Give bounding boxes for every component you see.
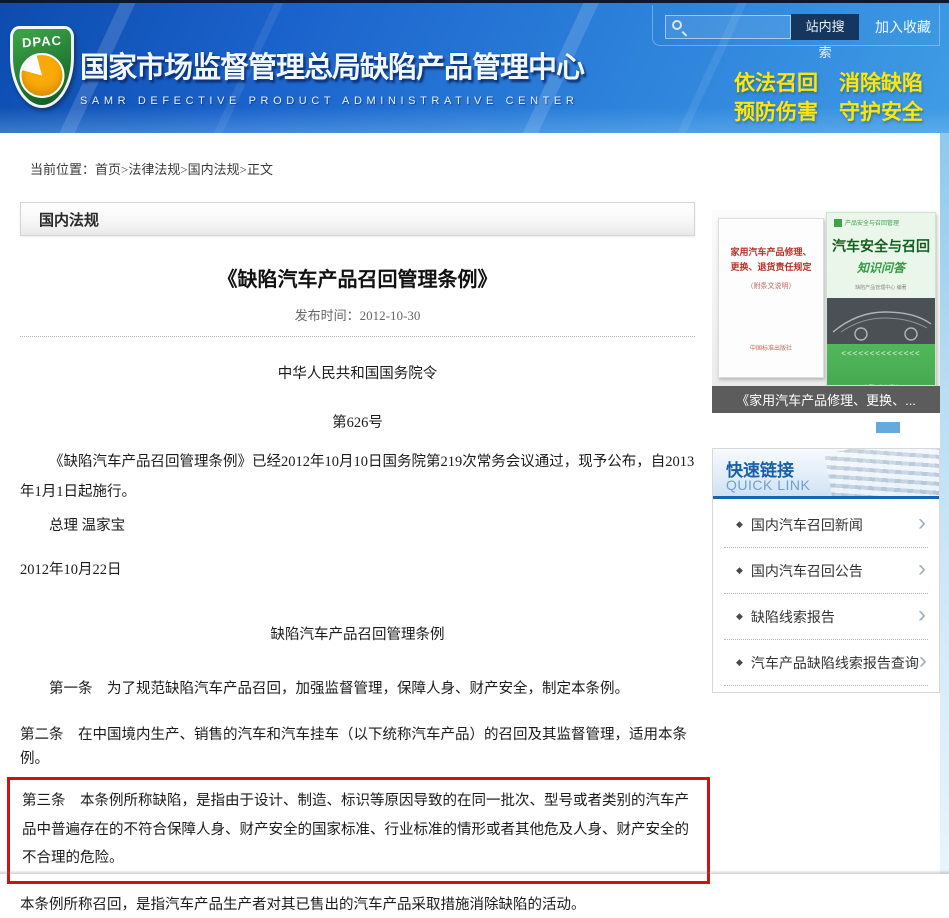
bottom-divider <box>0 870 949 874</box>
diamond-icon: ◆ <box>736 657 743 668</box>
site-title: 国家市场监督管理总局缺陷产品管理中心 <box>80 44 584 86</box>
breadcrumb-label: 当前位置： <box>30 162 95 177</box>
diamond-icon: ◆ <box>736 565 743 576</box>
quicklink-list: ◆ 国内汽车召回新闻 › ◆ 国内汽车召回公告 › ◆ 缺陷线索报告 › <box>713 499 939 692</box>
slogan-line-2: 预防伤害 守护安全 <box>734 99 923 128</box>
book-covers: 家用汽车产品修理、更换、退货责任规定 （附条文说明） 中国标准出版社 产品安全与… <box>712 210 940 386</box>
paragraph-article-3: 第三条 本条例所称缺陷，是指由于设计、制造、标识等原因导致的在同一批次、型号或者… <box>22 793 689 866</box>
pie-chart-icon <box>20 53 65 98</box>
carousel-indicator[interactable] <box>876 422 900 433</box>
quicklink-label: 国内汽车召回公告 <box>751 561 918 581</box>
publish-time: 发布时间：2012-10-30 <box>20 305 695 324</box>
book2-byline: 缺陷产品管理中心 编著 <box>827 284 935 291</box>
book2-publisher: 中国标准出版社 <box>827 384 935 386</box>
quicklink-title-en: QUICK LINK <box>726 477 810 493</box>
quicklink-item-recall-notices[interactable]: ◆ 国内汽车召回公告 › <box>724 548 928 594</box>
section-title: 国内法规 <box>39 209 99 230</box>
logo-acronym: DPAC <box>13 32 72 51</box>
slogan: 依法召回 消除缺陷 预防伤害 守护安全 <box>734 70 923 128</box>
add-favorite-link[interactable]: 加入收藏 <box>875 17 931 37</box>
top-strip <box>0 0 949 3</box>
book2-subtitle: 知识问答 <box>827 259 935 276</box>
car-outline-icon <box>827 298 935 344</box>
book-cover-repair-regulation[interactable]: 家用汽车产品修理、更换、退货责任规定 （附条文说明） 中国标准出版社 <box>718 218 824 378</box>
chevron-right-icon: › <box>918 557 926 581</box>
article-title: 《缺陷汽车产品召回管理条例》 <box>20 263 695 292</box>
quicklink-label: 缺陷线索报告 <box>751 607 918 627</box>
quicklink-label: 国内汽车召回新闻 <box>751 515 918 535</box>
site-header: DPAC 国家市场监督管理总局缺陷产品管理中心 SAMR DEFECTIVE P… <box>0 0 949 133</box>
shield-icon: DPAC <box>10 26 74 108</box>
quicklink-panel: 快速链接 QUICK LINK ◆ 国内汽车召回新闻 › ◆ 国内汽车召回公告 … <box>712 448 940 693</box>
site-search-button[interactable]: 站内搜索 <box>791 14 859 40</box>
breadcrumb: 当前位置：首页>法律法规>国内法规>正文 <box>0 133 949 202</box>
dotted-divider <box>20 336 695 337</box>
quicklink-item-defect-report[interactable]: ◆ 缺陷线索报告 › <box>724 594 928 640</box>
slogan-line-1: 依法召回 消除缺陷 <box>734 70 923 99</box>
site-subtitle: SAMR DEFECTIVE PRODUCT ADMINISTRATIVE CE… <box>80 95 584 107</box>
chevron-pattern: <<<<<<<<<<<<<< <box>827 349 935 358</box>
carousel-caption[interactable]: 《家用汽车产品修理、更换、... <box>712 386 940 413</box>
search-panel: 站内搜索 加入收藏 <box>652 5 940 46</box>
chevron-right-icon: › <box>918 603 926 627</box>
quicklink-label: 汽车产品缺陷线索报告查询 <box>751 653 919 673</box>
sidebar: 家用汽车产品修理、更换、退货责任规定 （附条文说明） 中国标准出版社 产品安全与… <box>712 202 940 693</box>
series-logo-icon <box>834 219 842 227</box>
keyboard-image <box>825 449 939 499</box>
quicklink-header: 快速链接 QUICK LINK <box>713 449 939 499</box>
paragraph-recall-definition: 本条例所称召回，是指汽车产品生产者对其已售出的汽车产品采取措施消除缺陷的活动。 <box>20 894 695 917</box>
book2-car-art <box>827 298 935 344</box>
book-carousel: 家用汽车产品修理、更换、退货责任规定 （附条文说明） 中国标准出版社 产品安全与… <box>712 210 940 433</box>
article-column: 国内法规 《缺陷汽车产品召回管理条例》 发布时间：2012-10-30 中华人民… <box>20 202 695 918</box>
paragraph-gov-order: 中华人民共和国国务院令 <box>20 363 695 386</box>
chevron-right-icon: › <box>919 649 927 673</box>
diamond-icon: ◆ <box>736 611 743 622</box>
paragraph-order-number: 第626号 <box>20 412 695 435</box>
right-edge-strip <box>940 133 949 874</box>
book1-subtitle: （附条文说明） <box>719 281 823 291</box>
content-area: 当前位置：首页>法律法规>国内法规>正文 国内法规 《缺陷汽车产品召回管理条例》… <box>0 133 949 874</box>
paragraph-article-2: 第二条 在中国境内生产、销售的汽车和汽车挂车（以下统称汽车产品）的召回及其监督管… <box>20 724 695 771</box>
book2-footer: <<<<<<<<<<<<<< 中国标准出版社 <box>827 344 935 386</box>
quicklink-item-report-query[interactable]: ◆ 汽车产品缺陷线索报告查询 › <box>724 640 928 686</box>
highlight-box: 第三条 本条例所称缺陷，是指由于设计、制造、标识等原因导致的在同一批次、型号或者… <box>7 777 710 884</box>
site-logo[interactable]: DPAC <box>10 26 76 112</box>
chevron-right-icon: › <box>918 511 926 535</box>
book2-tag-text: 产品安全与召回管理 <box>845 218 899 227</box>
section-header: 国内法规 <box>20 202 695 236</box>
paragraph-sign-date: 2012年10月22日 <box>20 559 695 582</box>
paragraph-promulgation: 《缺陷汽车产品召回管理条例》已经2012年10月10日国务院第219次常务会议通… <box>20 448 695 507</box>
book1-title: 家用汽车产品修理、更换、退货责任规定 <box>727 245 815 275</box>
search-box <box>665 15 791 39</box>
paragraph-signature: 总理 温家宝 <box>20 515 695 538</box>
search-input[interactable] <box>666 16 790 38</box>
breadcrumb-path[interactable]: 首页>法律法规>国内法规>正文 <box>95 162 273 177</box>
paragraph-regulation-title: 缺陷汽车产品召回管理条例 <box>20 624 695 647</box>
book1-publisher: 中国标准出版社 <box>719 345 823 354</box>
quicklink-item-recall-news[interactable]: ◆ 国内汽车召回新闻 › <box>724 502 928 548</box>
diamond-icon: ◆ <box>736 519 743 530</box>
book-cover-auto-safety-recall[interactable]: 产品安全与召回管理 汽车安全与召回 知识问答 缺陷产品管理中心 编著 <box>826 212 936 386</box>
book2-series-tag: 产品安全与召回管理 <box>827 213 935 227</box>
site-title-block: 国家市场监督管理总局缺陷产品管理中心 SAMR DEFECTIVE PRODUC… <box>80 44 584 107</box>
book2-title: 汽车安全与召回 <box>827 236 935 256</box>
paragraph-article-1: 第一条 为了规范缺陷汽车产品召回，加强监督管理，保障人身、财产安全，制定本条例。 <box>20 678 695 701</box>
